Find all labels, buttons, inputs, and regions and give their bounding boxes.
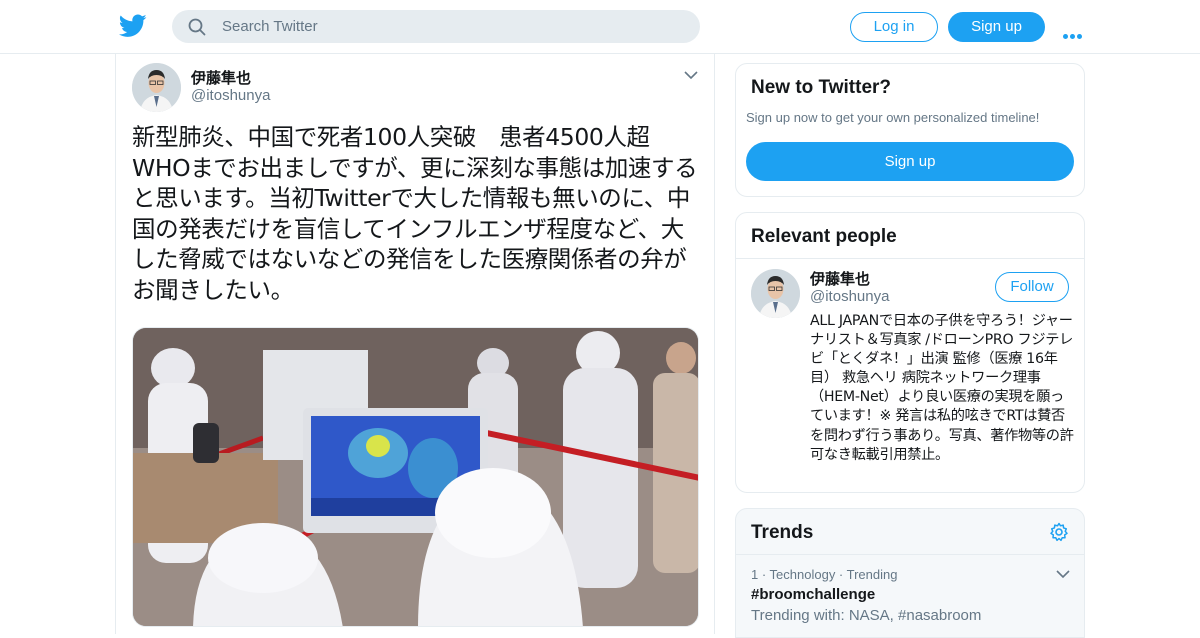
person-name[interactable]: 伊藤隼也 [810,268,870,289]
person-handle[interactable]: @itoshunya [810,288,889,305]
gear-icon[interactable] [1049,522,1069,542]
trend-meta: 1 · Technology · Trending [751,567,898,582]
person-bio: ALL JAPANで日本の子供を守ろう！ジャーナリスト＆写真家 /ドローンPRO… [810,313,1074,463]
top-navigation-bar: Log in Sign up [0,0,1200,54]
tweet-author-name[interactable]: 伊藤隼也 [191,67,251,88]
search-input[interactable] [222,10,682,43]
login-button[interactable]: Log in [850,12,938,42]
follow-button[interactable]: Follow [995,272,1069,302]
search-bar[interactable] [172,10,700,43]
avatar[interactable] [751,269,800,318]
tweet-text: 新型肺炎、中国で死者100人突破 患者4500人超 WHOまでお出ましですが、更… [132,123,698,304]
tweet-detail: 伊藤隼也 @itoshunya 新型肺炎、中国で死者100人突破 患者4500人… [115,54,715,634]
divider [736,258,1084,259]
trend-context: Trending with: NASA, #nasabroom [751,607,982,624]
chevron-down-icon[interactable] [1056,569,1070,579]
new-to-twitter-subtitle: Sign up now to get your own personalized… [746,110,1040,125]
relevant-people-title: Relevant people [751,226,897,247]
chevron-down-icon[interactable] [684,70,698,80]
trends-card: Trends 1 · Technology · Trending #broomc… [735,508,1085,638]
avatar-image [751,269,800,318]
more-options-icon[interactable] [1063,24,1087,39]
twitter-bird-icon[interactable] [119,14,147,38]
tweet-photo[interactable] [132,327,699,627]
tweet-photo-image [133,328,698,626]
avatar-image [132,63,181,112]
search-icon [188,18,206,36]
trend-name[interactable]: #broomchallenge [751,586,875,603]
signup-button[interactable]: Sign up [948,12,1045,42]
tweet-author-handle[interactable]: @itoshunya [191,87,270,104]
divider [736,554,1084,555]
trends-title: Trends [751,522,814,543]
new-to-twitter-card: New to Twitter? Sign up now to get your … [735,63,1085,197]
avatar[interactable] [132,63,181,112]
new-to-twitter-title: New to Twitter? [751,77,892,98]
sidebar-signup-button[interactable]: Sign up [746,142,1074,181]
relevant-people-card: Relevant people 伊藤隼也 @itoshunya Follow A… [735,212,1085,493]
